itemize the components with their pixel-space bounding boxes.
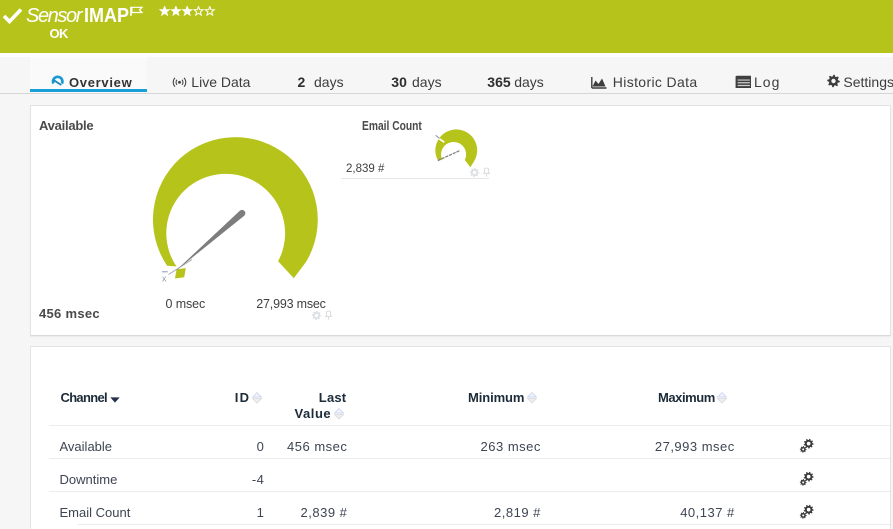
svg-text:x: x [162,274,167,284]
